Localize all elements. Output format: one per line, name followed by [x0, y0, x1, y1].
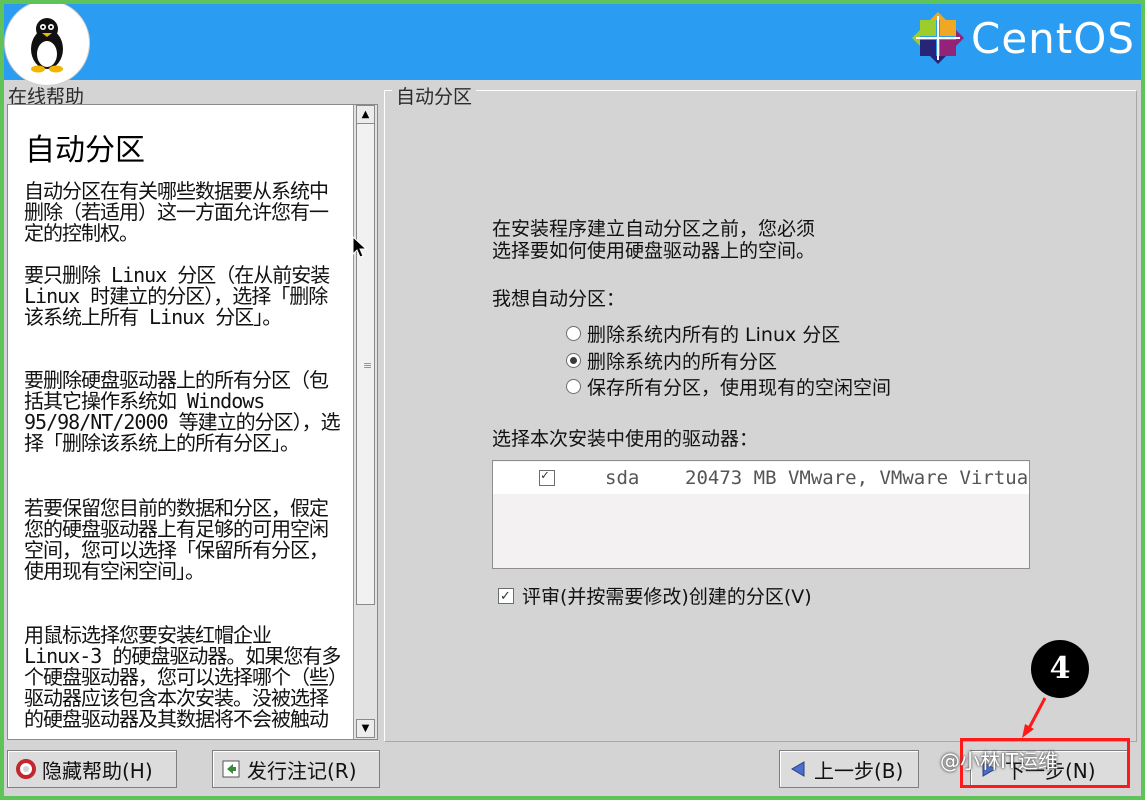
drive-row[interactable]: sda 20473 MB VMware, VMware Virtua: [493, 462, 1029, 494]
drive-checkbox[interactable]: [539, 468, 555, 486]
help-content: 自动分区 自动分区在有关哪些数据要从系统中删除（若适用）这一方面允许您有一定的控…: [8, 105, 350, 739]
review-checkbox[interactable]: [498, 586, 514, 608]
watermark-text: @小林IT运维: [940, 749, 1059, 773]
release-notes-label: 发行注记(R): [247, 758, 357, 783]
scroll-up-icon[interactable]: ▲: [356, 105, 375, 124]
option-keep-all[interactable]: 保存所有分区，使用现有的空闲空间: [566, 377, 891, 399]
centos-logo-icon: [912, 12, 965, 64]
help-paragraph: 自动分区在有关哪些数据要从系统中删除（若适用）这一方面允许您有一定的控制权。: [24, 179, 329, 245]
radio-button-selected[interactable]: [566, 353, 581, 368]
mouse-cursor-icon: [352, 236, 368, 258]
radio-button[interactable]: [566, 326, 581, 341]
option-label: 删除系统内所有的 Linux 分区: [587, 324, 841, 346]
red-arrow-icon: [1022, 697, 1047, 738]
auto-partition-panel: [384, 90, 1137, 742]
help-panel: 自动分区 自动分区在有关哪些数据要从系统中删除（若适用）这一方面允许您有一定的控…: [7, 104, 378, 740]
option-label: 删除系统内的所有分区: [587, 351, 778, 373]
brand-name: CentOS: [971, 13, 1135, 63]
help-paragraph: 要删除硬盘驱动器上的所有分区（包括其它操作系统如 Windows 95/98/N…: [24, 368, 341, 455]
drive-list: sda 20473 MB VMware, VMware Virtua: [492, 460, 1030, 569]
intro-text-line1: 在安装程序建立自动分区之前，您必须: [492, 218, 816, 240]
hide-help-label: 隐藏帮助(H): [42, 758, 153, 783]
lifebuoy-icon: [16, 759, 36, 779]
back-button[interactable]: 上一步(B): [779, 750, 919, 788]
scroll-down-icon[interactable]: ▼: [356, 719, 375, 738]
step-number-badge: 4: [1031, 640, 1089, 698]
header-bar: CentOS: [4, 4, 1141, 86]
option-remove-linux[interactable]: 删除系统内所有的 Linux 分区: [566, 324, 840, 346]
arrow-left-icon: [788, 759, 808, 779]
help-scrollbar[interactable]: ▲ ≡ ▼: [353, 105, 377, 739]
help-paragraph: 用鼠标选择您要安装红帽企业 Linux-3 的硬盘驱动器。如果您有多个硬盘驱动器…: [24, 623, 341, 731]
review-label: 评审(并按需要修改)创建的分区(V): [522, 586, 812, 608]
help-title: 自动分区: [25, 133, 145, 168]
option-remove-all[interactable]: 删除系统内的所有分区: [566, 351, 777, 373]
installer-window: CentOS 在线帮助 自动分区 自动分区在有关哪些数据要从系统中删除（若适用）…: [4, 4, 1141, 796]
help-paragraph: 要只删除 Linux 分区（在从前安装 Linux 时建立的分区），选择「删除该…: [24, 263, 330, 329]
auto-partition-label: 自动分区: [392, 82, 477, 109]
hide-help-button[interactable]: 隐藏帮助(H): [7, 750, 177, 788]
tux-logo: [4, 4, 90, 86]
notes-icon: [221, 759, 241, 779]
review-option[interactable]: 评审(并按需要修改)创建的分区(V): [498, 586, 812, 608]
drive-description: 20473 MB VMware, VMware Virtua: [685, 467, 1029, 489]
intro-text-line2: 选择要如何使用硬盘驱动器上的空间。: [492, 240, 816, 262]
radio-button[interactable]: [566, 379, 581, 394]
drive-name: sda: [605, 467, 640, 489]
option-label: 保存所有分区，使用现有的空闲空间: [587, 377, 892, 399]
grip-icon: ≡: [363, 359, 373, 372]
back-label: 上一步(B): [814, 758, 904, 783]
scroll-thumb[interactable]: ≡: [356, 123, 375, 605]
help-paragraph: 若要保留您目前的数据和分区，假定您的硬盘驱动器上有足够的可用空闲空间，您可以选择…: [24, 496, 329, 583]
partition-question: 我想自动分区：: [492, 288, 626, 310]
drives-label: 选择本次安装中使用的驱动器：: [492, 428, 759, 450]
centos-brand: CentOS: [911, 10, 1135, 66]
release-notes-button[interactable]: 发行注记(R): [212, 750, 380, 788]
tux-penguin-icon: [31, 18, 63, 73]
